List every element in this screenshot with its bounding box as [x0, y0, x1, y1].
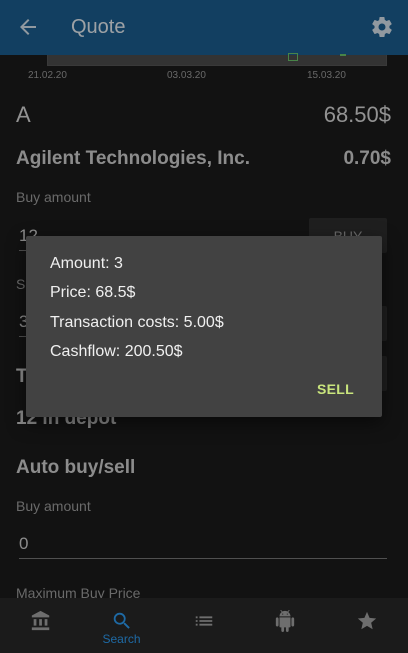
- nav-item-favorites[interactable]: [326, 598, 407, 653]
- dialog-amount: Amount: 3: [50, 255, 123, 272]
- dialog-cashflow: Cashflow: 200.50$: [50, 343, 183, 360]
- nav-item-bot[interactable]: [244, 598, 325, 653]
- dialog-price: Price: 68.5$: [50, 284, 136, 301]
- nav-item-search[interactable]: Search: [81, 598, 162, 653]
- nav-item-list[interactable]: [163, 598, 244, 653]
- sell-confirm-dialog: Amount: 3 Price: 68.5$ Transaction costs…: [26, 236, 382, 417]
- dialog-sell-button[interactable]: SELL: [317, 381, 354, 397]
- star-icon: [357, 611, 376, 630]
- nav-item-portfolio[interactable]: [0, 598, 81, 653]
- nav-label-search: Search: [102, 632, 141, 646]
- dialog-costs: Transaction costs: 5.00$: [50, 314, 224, 331]
- bank-icon: [31, 610, 49, 631]
- bottom-navigation: Search: [0, 598, 408, 653]
- android-icon: [275, 610, 294, 632]
- search-icon: [113, 612, 130, 629]
- list-icon: [195, 616, 212, 626]
